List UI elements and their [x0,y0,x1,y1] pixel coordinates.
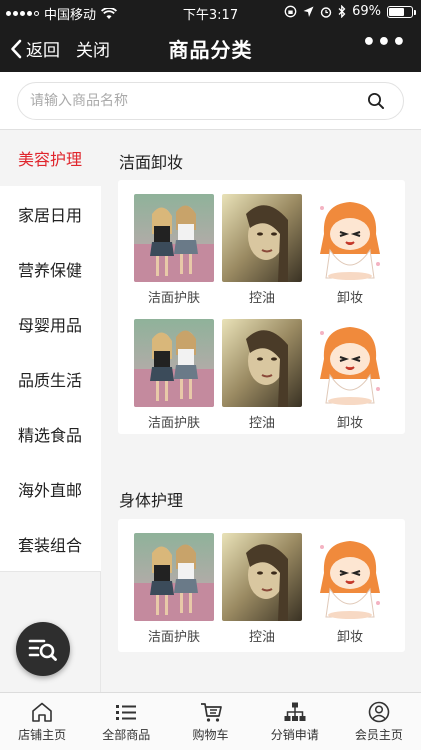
product-item[interactable]: 控油 [220,194,304,306]
alarm-icon [320,6,332,18]
product-image [134,194,214,282]
tab-cart[interactable]: 购物车 [168,693,252,750]
product-grid: 洁面护肤 控油 卸妆 洁面护肤 控油 卸妆 [118,180,405,434]
sidebar-item-baby[interactable]: 母婴用品 [0,296,101,352]
category-search-fab[interactable] [16,622,70,676]
tab-member[interactable]: 会员主页 [337,693,421,750]
page-title: 商品分类 [168,38,253,62]
sidebar-item-bundles[interactable]: 套装组合 [0,516,101,572]
product-label: 控油 [248,291,275,306]
tab-label: 会员主页 [354,727,403,742]
status-bar: 中国移动 下午3:17 69% [0,0,421,24]
tab-label: 全部商品 [102,727,151,742]
product-image [310,319,390,407]
sidebar-item-food[interactable]: 精选食品 [0,406,101,462]
sidebar-item-overseas[interactable]: 海外直邮 [0,461,101,517]
product-panel: 洁面卸妆 洁面护肤 控油 卸妆 洁面护肤 控油 卸妆 身体护理 洁面护肤 控油 … [101,130,421,692]
more-button[interactable]: ••• [362,30,407,55]
list-icon [116,704,137,720]
search-bar [0,72,421,130]
product-label: 卸妆 [336,630,363,645]
product-image [134,319,214,407]
sidebar-item-health[interactable]: 营养保健 [0,241,101,297]
search-input[interactable] [30,89,360,113]
battery-percent: 69% [352,4,381,19]
product-item[interactable]: 控油 [220,319,304,431]
lock-rotation-icon [284,5,297,18]
search-box [17,82,404,120]
product-image [134,533,214,621]
tab-distribution[interactable]: 分销申请 [253,693,337,750]
product-label: 控油 [248,416,275,431]
sidebar-item-beauty[interactable]: 美容护理 [0,130,101,186]
category-sidebar: 美容护理 家居日用 营养保健 母婴用品 品质生活 精选食品 海外直邮 套装组合 [0,130,101,692]
product-item[interactable]: 卸妆 [308,319,392,431]
tab-home[interactable]: 店铺主页 [0,693,84,750]
cart-icon [200,702,222,722]
sidebar-item-lifestyle[interactable]: 品质生活 [0,351,101,407]
product-label: 卸妆 [336,291,363,306]
tab-label: 购物车 [192,727,229,742]
tab-all-products[interactable]: 全部商品 [84,693,168,750]
sidebar-item-home[interactable]: 家居日用 [0,186,101,242]
bottom-tab-bar: 店铺主页 全部商品 购物车 分销申请 会员主页 [0,692,421,750]
product-item[interactable]: 卸妆 [308,194,392,306]
product-label: 卸妆 [336,416,363,431]
user-icon [368,701,390,722]
section-title: 洁面卸妆 [119,153,184,172]
tab-label: 分销申请 [270,727,319,742]
section-title: 身体护理 [119,491,184,510]
product-item[interactable]: 洁面护肤 [132,319,216,431]
product-label: 洁面护肤 [147,291,200,306]
product-item[interactable]: 卸妆 [308,533,392,645]
tab-label: 店铺主页 [18,727,67,742]
product-item[interactable]: 洁面护肤 [132,533,216,645]
product-item[interactable]: 洁面护肤 [132,194,216,306]
product-image [310,194,390,282]
battery-icon [387,5,416,18]
nav-bar: 返回 关闭 商品分类 ••• [0,24,421,72]
product-item[interactable]: 控油 [220,533,304,645]
bluetooth-icon [338,5,346,18]
product-label: 洁面护肤 [147,416,200,431]
menu-search-icon [28,639,57,661]
home-icon [32,702,52,722]
product-image [222,319,302,407]
product-grid: 洁面护肤 控油 卸妆 [118,519,405,652]
search-icon[interactable] [367,92,385,110]
product-label: 洁面护肤 [147,630,200,645]
product-image [222,533,302,621]
org-chart-icon [284,702,306,721]
location-icon [303,6,314,17]
product-image [310,533,390,621]
product-image [222,194,302,282]
product-label: 控油 [248,630,275,645]
